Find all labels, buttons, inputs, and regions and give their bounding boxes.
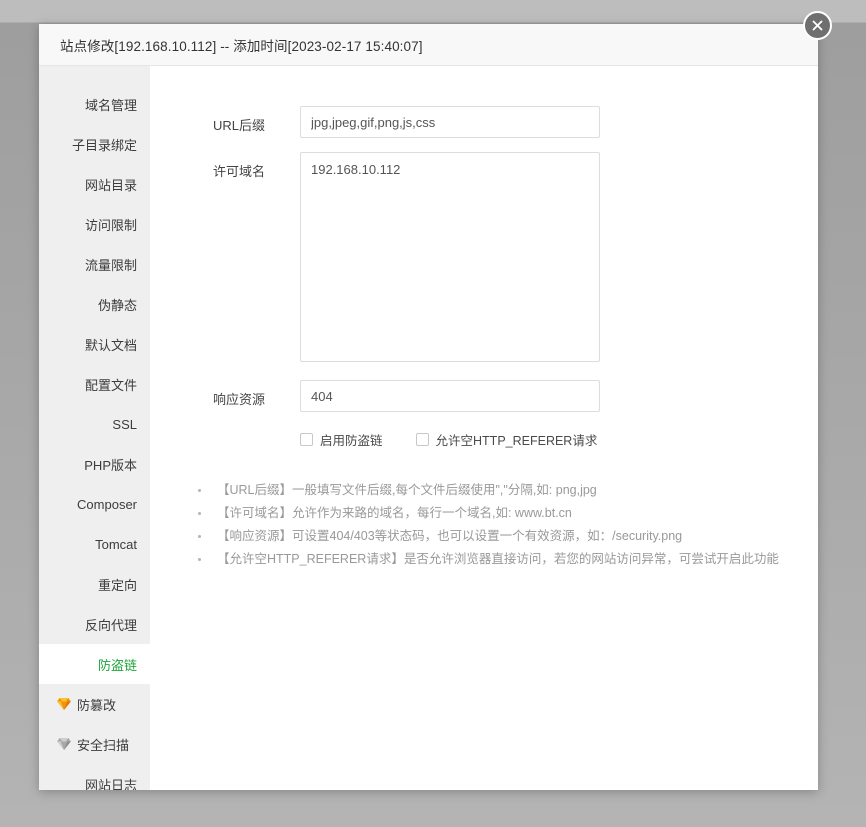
sidebar-item-label: 防篡改	[77, 695, 116, 714]
sidebar-item-label: 网站日志	[85, 775, 137, 791]
url-suffix-field-wrap	[300, 106, 600, 138]
content-panel: URL后缀 许可域名 响应资源 启用防盗链 允许空HTTP_REFERER请求 【…	[150, 66, 818, 790]
sidebar-item-label: 配置文件	[85, 375, 137, 394]
sidebar-item-label: Tomcat	[95, 537, 137, 552]
sidebar-item-label: 访问限制	[85, 215, 137, 234]
backdrop-top-strip	[0, 0, 866, 22]
sidebar-item-16[interactable]: 安全扫描	[39, 724, 150, 764]
url-suffix-input[interactable]	[300, 106, 600, 138]
checkbox-0[interactable]: 启用防盗链	[300, 430, 383, 449]
sidebar-item-label: 默认文档	[85, 335, 137, 354]
sidebar-item-label: 防盗链	[98, 655, 137, 674]
sidebar-item-8[interactable]: SSL	[39, 404, 150, 444]
checkbox-label: 启用防盗链	[320, 430, 383, 449]
sidebar-item-15[interactable]: 防篡改	[39, 684, 150, 724]
allowed-domains-field-wrap	[300, 152, 600, 367]
sidebar-item-7[interactable]: 配置文件	[39, 364, 150, 404]
response-resource-label: 响应资源	[187, 380, 265, 408]
site-edit-dialog: 站点修改[192.168.10.112] -- 添加时间[2023-02-17 …	[39, 24, 818, 790]
sidebar-item-label: 网站目录	[85, 175, 137, 194]
help-item: 【许可域名】允许作为来路的域名，每行一个域名,如: www.bt.cn	[191, 502, 818, 525]
sidebar-item-label: 流量限制	[85, 255, 137, 274]
help-item: 【响应资源】可设置404/403等状态码，也可以设置一个有效资源，如：/secu…	[191, 525, 818, 548]
sidebar-item-6[interactable]: 默认文档	[39, 324, 150, 364]
sidebar-item-label: 子目录绑定	[72, 135, 137, 154]
sidebar-item-label: 伪静态	[98, 295, 137, 314]
sidebar-item-label: SSL	[112, 417, 137, 432]
checkbox-box-icon[interactable]	[300, 433, 313, 446]
page-title: 站点修改[192.168.10.112] -- 添加时间[2023-02-17 …	[39, 35, 423, 55]
sidebar-item-1[interactable]: 子目录绑定	[39, 124, 150, 164]
sidebar-item-label: 重定向	[98, 575, 137, 594]
checkbox-box-icon[interactable]	[416, 433, 429, 446]
dialog-titlebar: 站点修改[192.168.10.112] -- 添加时间[2023-02-17 …	[39, 24, 818, 66]
sidebar-item-3[interactable]: 访问限制	[39, 204, 150, 244]
gem-icon-silver	[57, 738, 71, 750]
sidebar-item-5[interactable]: 伪静态	[39, 284, 150, 324]
sidebar-item-14[interactable]: 防盗链	[39, 644, 150, 684]
sidebar-item-label: PHP版本	[84, 455, 137, 474]
sidebar-item-10[interactable]: Composer	[39, 484, 150, 524]
checkbox-1[interactable]: 允许空HTTP_REFERER请求	[416, 430, 598, 449]
response-resource-field-wrap	[300, 380, 600, 412]
form-row-url-suffix: URL后缀	[150, 106, 818, 138]
sidebar-item-0[interactable]: 域名管理	[39, 84, 150, 124]
sidebar: 域名管理子目录绑定网站目录访问限制流量限制伪静态默认文档配置文件 SSL PHP版本…	[39, 66, 150, 790]
form-row-allowed-domains: 许可域名	[150, 152, 818, 367]
form-row-response-resource: 响应资源	[150, 380, 818, 412]
help-item: 【允许空HTTP_REFERER请求】是否允许浏览器直接访问，若您的网站访问异常…	[191, 548, 818, 571]
sidebar-item-4[interactable]: 流量限制	[39, 244, 150, 284]
sidebar-item-17[interactable]: 网站日志	[39, 764, 150, 790]
sidebar-item-label: 域名管理	[85, 95, 137, 114]
sidebar-item-12[interactable]: 重定向	[39, 564, 150, 604]
close-button[interactable]	[803, 11, 832, 40]
sidebar-item-label: Composer	[77, 497, 137, 512]
help-item: 【URL后缀】一般填写文件后缀,每个文件后缀使用","分隔,如: png,jpg	[191, 479, 818, 502]
sidebar-item-label: 安全扫描	[77, 735, 129, 754]
allowed-domains-label: 许可域名	[187, 152, 265, 180]
url-suffix-label: URL后缀	[187, 106, 265, 134]
gem-icon-gold	[57, 698, 71, 710]
checkbox-label: 允许空HTTP_REFERER请求	[436, 430, 598, 449]
allowed-domains-textarea[interactable]	[300, 152, 600, 362]
close-icon	[811, 19, 824, 32]
sidebar-item-2[interactable]: 网站目录	[39, 164, 150, 204]
response-resource-input[interactable]	[300, 380, 600, 412]
dialog-body: 域名管理子目录绑定网站目录访问限制流量限制伪静态默认文档配置文件 SSL PHP版本…	[39, 66, 818, 790]
sidebar-item-11[interactable]: Tomcat	[39, 524, 150, 564]
sidebar-item-9[interactable]: PHP版本	[39, 444, 150, 484]
checkbox-row: 启用防盗链 允许空HTTP_REFERER请求	[300, 430, 818, 449]
help-list: 【URL后缀】一般填写文件后缀,每个文件后缀使用","分隔,如: png,jpg…	[191, 479, 818, 571]
sidebar-item-label: 反向代理	[85, 615, 137, 634]
sidebar-item-13[interactable]: 反向代理	[39, 604, 150, 644]
